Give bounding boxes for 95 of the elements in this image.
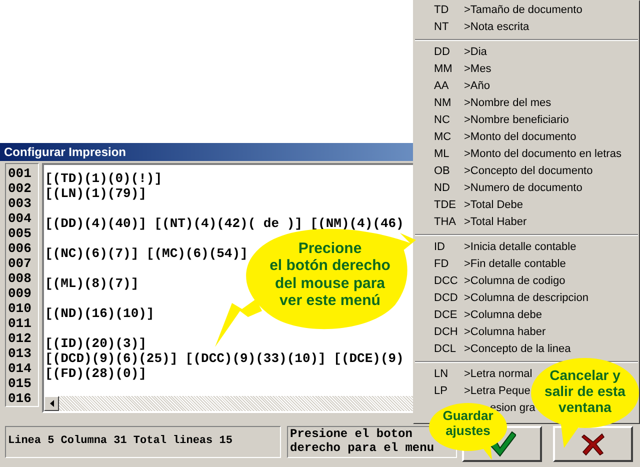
menu-item[interactable]: NM >Nombre del mes [414,95,639,112]
hint-text: Presione el boton derecho para el menu [290,427,436,455]
code-line: [(TD)(1)(0)(!)] [45,171,162,186]
menu-item[interactable]: DCL >Concepto de la linea [414,341,639,358]
menu-label: >Columna haber [464,325,546,340]
menu-code: DD [434,46,450,58]
menu-code: OB [434,165,450,178]
menu-code: ND [434,182,450,194]
line-number: 015 [8,376,32,391]
menu-label: >Nota escrita [464,20,530,36]
menu-item[interactable]: DCC >Columna de codigo [414,273,639,290]
menu-item[interactable]: ND >Numero de documento [414,180,639,197]
menu-item[interactable]: THA >Total Haber [414,214,639,231]
line-number: 001 [8,166,32,181]
menu-code: NM [434,97,452,110]
line-number: 016 [8,391,32,406]
menu-label: >Columna de codigo [464,274,566,290]
line-number: 013 [8,346,32,361]
code-line: [(ML)(8)(7)] [45,276,139,291]
status-text: Linea 5 Columna 31 Total lineas 15 [8,435,232,447]
menu-code: MC [434,131,452,144]
menu-code: ML [434,148,450,160]
menu-code: NC [434,114,450,126]
menu-item[interactable]: TD >Tamaño de documento [414,2,639,19]
line-number: 004 [8,211,32,226]
menu-item[interactable]: DCD >Columna de descripcion [414,290,639,307]
menu-label: >Letra Peque [464,384,530,400]
menu-label: >Columna de descripcion [464,291,588,306]
line-number: 002 [8,181,32,196]
menu-item[interactable]: MC >Monto del documento [414,129,639,146]
menu-label: >Total Debe [464,198,524,214]
menu-label: >Inicia detalle contable [464,240,576,256]
code-line: [(FD)(28)(0)] [45,366,146,381]
menu-label: >Monto del documento en letras [464,147,622,162]
window-title: Configurar Impresion [4,144,126,161]
code-line: [(NC)(6)(7)] [(MC)(6)(54)] [45,246,248,261]
menu-code: DCC [434,275,458,288]
menu-label: >Letra normal [464,367,532,382]
callout-text: Cancelar y salir de esta ventana [544,367,626,416]
menu-item[interactable]: DD >Dia [414,44,639,61]
menu-code: LP [434,385,448,398]
menu-code: THA [434,216,456,228]
menu-item[interactable]: FD >Fin detalle contable [414,256,639,273]
menu-label: >Fin detalle contable [464,257,566,272]
menu-item[interactable]: NC >Nombre beneficiario [414,112,639,129]
menu-item[interactable]: DCH >Columna haber [414,324,639,341]
menu-code: DCH [434,326,458,338]
menu-label: >Concepto del documento [464,164,593,180]
menu-code: FD [434,258,449,270]
menu-code: NT [434,21,449,34]
menu-label: >Nombre del mes [464,96,552,112]
menu-label: >Tamaño de documento [464,3,582,18]
line-number: 012 [8,331,32,346]
code-line: [(DCD)(9)(6)(25)] [(DCC)(9)(33)(10)] [(DCE)(9) [45,351,404,366]
line-number: 009 [8,286,32,301]
menu-label: >Nombre beneficiario [464,113,569,128]
menu-label: >Columna debe [464,308,542,324]
menu-code: TD [434,4,449,16]
menu-label: >Total Haber [464,215,527,230]
menu-label: >Dia [464,45,487,60]
menu-code: DCD [434,292,458,304]
menu-item[interactable]: NT >Nota escrita [414,19,639,36]
menu-label: >Año [464,79,490,94]
menu-code: TDE [434,199,456,212]
menu-code: LN [434,368,448,380]
menu-code: DCE [434,309,458,322]
menu-label: >Numero de documento [464,181,582,196]
line-number: 007 [8,256,32,271]
code-line: [(DD)(4)(40)] [(NT)(4)(42)( de )] [(NM)(4)(46) [45,216,404,231]
menu-label: >Mes [464,62,492,78]
menu-item[interactable]: ML >Monto del documento en letras [414,146,639,163]
line-number: 010 [8,301,32,316]
line-number: 014 [8,361,32,376]
line-number: 008 [8,271,32,286]
menu-label: >Monto del documento [464,130,576,146]
line-number: 011 [8,316,32,331]
menu-item[interactable]: DCE >Columna debe [414,307,639,324]
code-line: [(LN)(1)(79)] [45,186,146,201]
code-line: [(ND)(16)(10)] [45,306,154,321]
code-line: [(ID)(20)(3)] [45,336,146,351]
callout-text: Guardar ajustes [442,409,494,439]
menu-item[interactable]: ID >Inicia detalle contable [414,239,639,256]
menu-item[interactable]: OB >Concepto del documento [414,163,639,180]
menu-item[interactable]: TDE >Total Debe [414,197,639,214]
line-number: 006 [8,241,32,256]
callout-text: Precione el botón derecho del mouse para ver este menú [270,240,390,309]
menu-item[interactable]: AA >Año [414,78,639,95]
line-number: 003 [8,196,32,211]
menu-item[interactable]: MM >Mes [414,61,639,78]
menu-code: ID [434,241,445,254]
menu-code: AA [434,80,449,92]
menu-code: MM [434,63,452,76]
line-number: 005 [8,226,32,241]
menu-code: DCL [434,343,456,356]
menu-label: >Concepto de la linea [464,342,571,358]
